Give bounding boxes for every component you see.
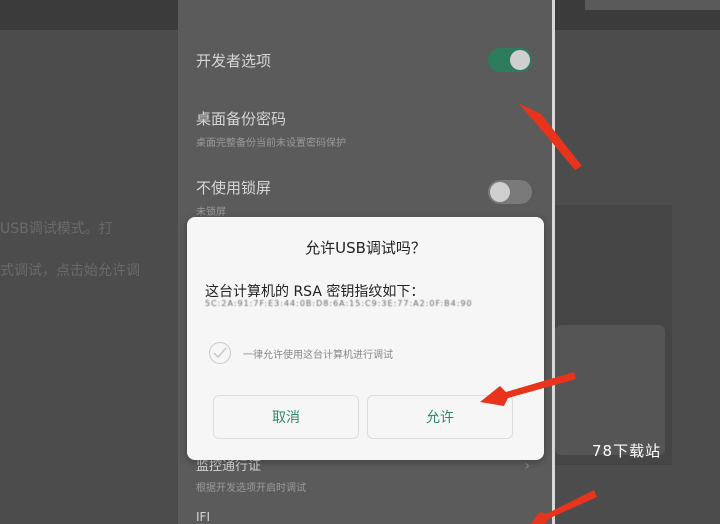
lower-settings-subtitle: 根据开发选项开启时调试 bbox=[196, 483, 306, 494]
background-text-2: 式调试，点击始允许调 bbox=[0, 263, 140, 279]
desktop-backup-password-title: 桌面备份密码 bbox=[196, 110, 287, 128]
toggle-knob bbox=[510, 50, 530, 70]
usb-debugging-dialog: 允许USB调试吗？ 这台计算机的 RSA 密钥指纹如下： 5C:2A:91:7F… bbox=[187, 217, 544, 460]
dialog-message: 这台计算机的 RSA 密钥指纹如下： bbox=[205, 284, 425, 300]
dialog-title: 允许USB调试吗？ bbox=[305, 239, 426, 257]
rsa-fingerprint: 5C:2A:91:7F:E3:44:0B:D8:6A:15:C9:3E:77:A… bbox=[205, 299, 473, 308]
chevron-right-icon: › bbox=[524, 458, 530, 474]
no-lock-screen-subtitle: 未锁屏 bbox=[196, 207, 226, 218]
no-lock-screen-row[interactable]: 不使用锁屏 未锁屏 bbox=[196, 177, 534, 218]
developer-options-row[interactable]: 开发者选项 bbox=[196, 50, 534, 71]
watermark: 78下载站 bbox=[592, 442, 662, 460]
developer-options-label: 开发者选项 bbox=[196, 52, 272, 70]
desktop-backup-password-row[interactable]: 桌面备份密码 桌面完整备份当前未设置密码保护 bbox=[196, 108, 534, 149]
no-lock-screen-title: 不使用锁屏 bbox=[196, 179, 272, 197]
bottom-settings-row[interactable]: IFI bbox=[196, 510, 534, 524]
cancel-button[interactable]: 取消 bbox=[213, 395, 359, 439]
always-allow-label: 一律允许使用这台计算机进行调试 bbox=[243, 350, 393, 361]
toggle-knob bbox=[490, 182, 510, 202]
red-arrow-icon bbox=[530, 490, 597, 524]
developer-options-toggle[interactable] bbox=[488, 48, 532, 72]
lower-settings-row[interactable]: 监控通行证 根据开发选项开启时调试 bbox=[196, 455, 534, 494]
desktop-backup-password-subtitle: 桌面完整备份当前未设置密码保护 bbox=[196, 138, 346, 149]
check-icon bbox=[213, 347, 227, 359]
red-arrow-icon bbox=[518, 103, 582, 170]
no-lock-screen-toggle[interactable] bbox=[488, 180, 532, 204]
background-text-1: USB调试模式。打 bbox=[0, 221, 113, 237]
always-allow-checkbox[interactable] bbox=[209, 342, 231, 364]
top-strip-right bbox=[585, 0, 720, 10]
red-arrow-icon bbox=[480, 372, 576, 406]
bottom-settings-title: IFI bbox=[196, 510, 210, 524]
